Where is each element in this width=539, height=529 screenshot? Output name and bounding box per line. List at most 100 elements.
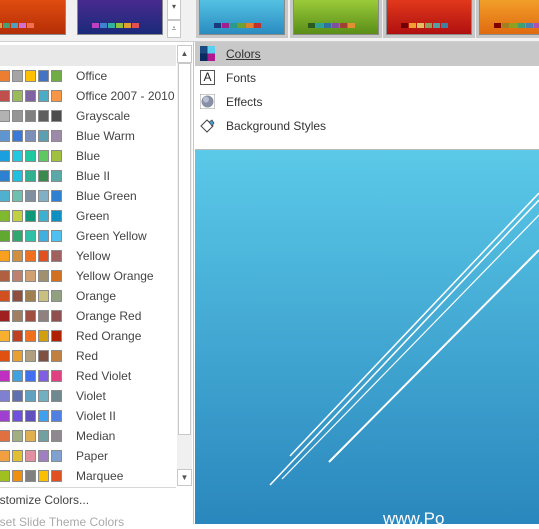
gallery-scroll-down-button[interactable]: ▾ (167, 0, 181, 20)
swatch (51, 150, 62, 162)
color-scheme-green-yellow[interactable]: Green Yellow (0, 226, 176, 246)
swatch (0, 250, 10, 262)
swatch (38, 450, 49, 462)
swatch (340, 23, 347, 28)
color-scheme-red-violet[interactable]: Red Violet (0, 366, 176, 386)
swatch (38, 150, 49, 162)
scrollbar-thumb[interactable] (178, 63, 191, 435)
swatch (25, 390, 36, 402)
swatch (132, 23, 139, 28)
color-scheme-yellow[interactable]: Yellow (0, 246, 176, 266)
swatch (0, 90, 10, 102)
color-scheme-blue-warm[interactable]: Blue Warm (0, 126, 176, 146)
color-scheme-violet[interactable]: Violet (0, 386, 176, 406)
color-scheme-yellow-orange[interactable]: Yellow Orange (0, 266, 176, 286)
theme-variant-thumbnail[interactable] (77, 0, 163, 35)
scheme-label: Orange Red (76, 309, 142, 323)
theme-variant-thumbnail[interactable] (196, 0, 288, 38)
swatch (502, 23, 509, 28)
color-scheme-orange[interactable]: Orange (0, 286, 176, 306)
swatch (12, 330, 23, 342)
color-scheme-paper[interactable]: Paper (0, 446, 176, 466)
scheme-label: Office (76, 69, 108, 83)
theme-variant-thumbnail[interactable] (476, 0, 539, 38)
gallery-more-button[interactable]: ⩡ (167, 20, 181, 38)
line (281, 214, 539, 480)
color-schemes-list: Office Office 2007 - 2010 Grayscale Blue Wa… (0, 42, 194, 529)
color-scheme-red-orange[interactable]: Red Orange (0, 326, 176, 346)
swatch-strip (0, 130, 64, 142)
color-scheme-grayscale[interactable]: Grayscale (0, 106, 176, 126)
theme-variant-thumbnail[interactable] (383, 0, 475, 38)
color-scheme-median[interactable]: Median (0, 426, 176, 446)
swatch (441, 23, 448, 28)
swatch (51, 130, 62, 142)
scheme-label: Median (76, 429, 116, 443)
swatch (25, 210, 36, 222)
swatch (25, 70, 36, 82)
swatch-strip (0, 70, 64, 82)
swatch (510, 23, 517, 28)
scheme-label: Yellow (76, 249, 111, 263)
swatch (0, 70, 10, 82)
watermark: www.Po (383, 509, 445, 528)
color-scheme-marquee[interactable]: Marquee (0, 466, 176, 486)
swatch (0, 230, 10, 242)
effects-icon (200, 94, 215, 109)
scroll-up-button[interactable]: ▲ (177, 45, 192, 63)
swatch (0, 150, 10, 162)
swatch (526, 23, 533, 28)
swatch (38, 290, 49, 302)
swatch (51, 350, 62, 362)
swatch (116, 23, 123, 28)
color-scheme-office-2007-2010[interactable]: Office 2007 - 2010 (0, 86, 176, 106)
swatch (25, 470, 36, 482)
swatch (51, 450, 62, 462)
swatch (38, 370, 49, 382)
scheme-label: Marquee (76, 469, 124, 483)
swatch (51, 470, 62, 482)
theme-variant-thumbnail[interactable] (290, 0, 382, 38)
swatch (51, 190, 62, 202)
swatch (25, 450, 36, 462)
menu-item-fonts[interactable]: A Fonts (195, 66, 539, 90)
swatch (12, 370, 23, 382)
swatch (108, 23, 115, 28)
swatch (425, 23, 432, 28)
color-scheme-red[interactable]: Red (0, 346, 176, 366)
swatch (401, 23, 408, 28)
swatch (0, 170, 10, 182)
swatch (12, 410, 23, 422)
color-scheme-violet-ii[interactable]: Violet II (0, 406, 176, 426)
swatch (214, 23, 221, 28)
menu-item-label: Colors (226, 47, 261, 61)
menu-item-colors[interactable]: Colors (195, 42, 539, 66)
swatch (12, 470, 23, 482)
color-scheme-blue-green[interactable]: Blue Green (0, 186, 176, 206)
swatch (12, 230, 23, 242)
theme-variant-thumbnail[interactable] (0, 0, 66, 35)
swatch (51, 230, 62, 242)
swatch (254, 23, 261, 28)
swatch (0, 310, 10, 322)
reset-slide-theme-colors-item[interactable]: eset Slide Theme Colors (0, 515, 124, 529)
swatch (124, 23, 131, 28)
swatch (0, 130, 10, 142)
swatch (0, 390, 10, 402)
swatch (12, 170, 23, 182)
color-scheme-office[interactable]: Office (0, 66, 176, 86)
menu-item-background-styles[interactable]: Background Styles (195, 114, 539, 138)
color-scheme-blue-ii[interactable]: Blue II (0, 166, 176, 186)
swatch (51, 370, 62, 382)
design-ribbon-gallery: ▾ ⩡ (0, 0, 539, 42)
menu-item-effects[interactable]: Effects (195, 90, 539, 114)
swatch (12, 130, 23, 142)
color-scheme-blue[interactable]: Blue (0, 146, 176, 166)
color-scheme-green[interactable]: Green (0, 206, 176, 226)
customize-colors-item[interactable]: ustomize Colors... (0, 493, 89, 507)
swatch (38, 170, 49, 182)
scroll-down-button[interactable]: ▼ (177, 469, 192, 486)
color-scheme-orange-red[interactable]: Orange Red (0, 306, 176, 326)
swatch (38, 390, 49, 402)
swatch (409, 23, 416, 28)
